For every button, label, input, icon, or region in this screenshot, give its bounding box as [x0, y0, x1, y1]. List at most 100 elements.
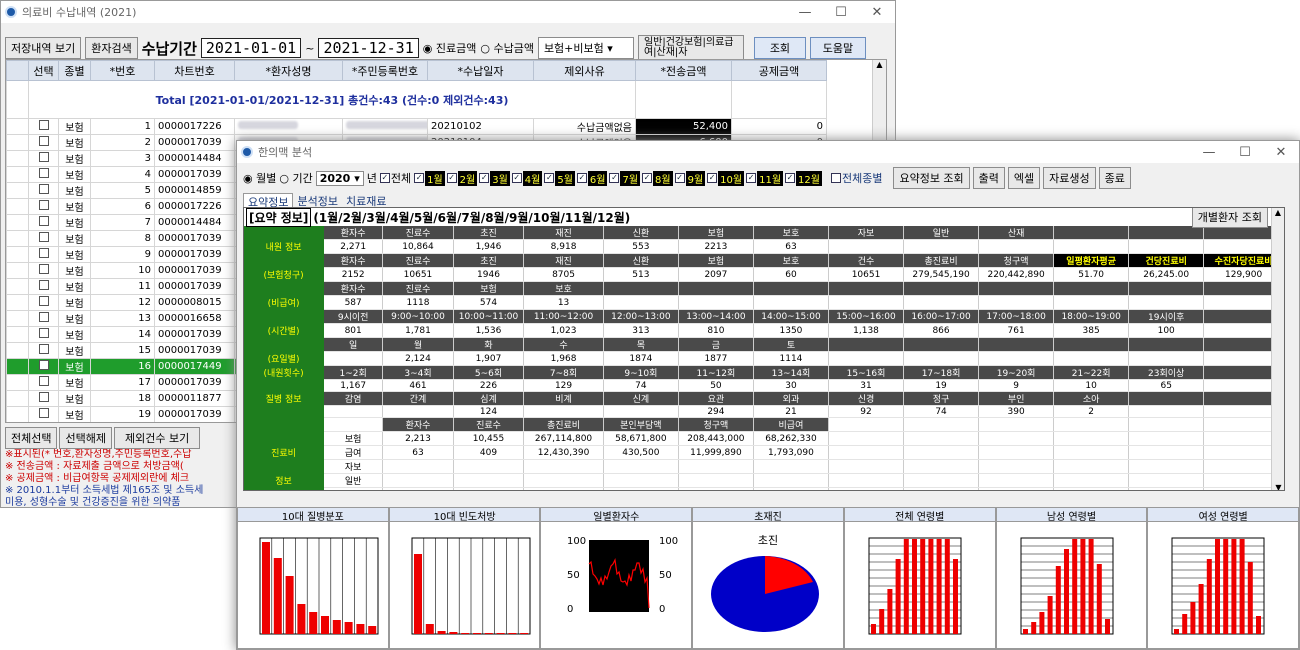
month-checkbox[interactable]: ✓ 8월 — [642, 170, 673, 186]
radio-monthly[interactable]: ◉ 월별 — [243, 170, 276, 186]
close-button[interactable]: 종료 — [1098, 167, 1131, 189]
column-header[interactable]: *주민등록번호 — [342, 60, 428, 81]
summary-header-cell: 진료수 — [382, 226, 454, 240]
row-checkbox[interactable] — [28, 214, 59, 231]
scroll-up-icon[interactable]: ▲ — [873, 60, 886, 69]
summary-query-button[interactable]: 요약정보 조회 — [893, 167, 970, 189]
summary-row: 정보 일반 — [244, 473, 1284, 488]
scroll-down-icon[interactable]: ▼ — [1272, 483, 1284, 490]
column-header[interactable]: 차트번호 — [154, 60, 235, 81]
query-button[interactable]: 조회 — [753, 37, 806, 59]
show-excluded-button[interactable]: 제외건수 보기 — [113, 427, 201, 449]
summary-cell: 574 — [453, 295, 525, 310]
check-icon: ✓ — [446, 173, 457, 183]
row-checkbox[interactable] — [28, 198, 59, 215]
row-checkbox[interactable] — [28, 294, 59, 311]
summary-cell — [1128, 445, 1205, 460]
column-header[interactable]: *환자성명 — [234, 60, 343, 81]
summary-header-cell: 부인 — [978, 391, 1055, 406]
row-checkbox[interactable] — [28, 182, 59, 199]
help-button[interactable]: 도움말 — [809, 37, 866, 59]
row-checkbox[interactable] — [28, 358, 59, 375]
number-cell: 1 — [90, 118, 155, 135]
insurance-select[interactable]: 보험+비보험 ▾ — [537, 37, 634, 59]
column-header[interactable]: 종별 — [58, 60, 91, 81]
summary-cell — [753, 487, 829, 490]
column-header[interactable]: 선택 — [28, 60, 59, 81]
row-checkbox[interactable] — [28, 246, 59, 263]
month-checkbox[interactable]: ✓ 10월 — [707, 170, 745, 186]
year-select[interactable]: 2020 ▾ — [315, 170, 364, 186]
month-checkbox[interactable]: ✓ 5월 — [544, 170, 575, 186]
row-checkbox[interactable] — [29, 423, 59, 424]
charts-row: 10대 질병분포 10대 빈도처방 일별환자수 100 100 50 50 0 0 초재진 초진 전체… — [237, 507, 1300, 649]
close-icon[interactable]: ✕ — [1263, 145, 1299, 160]
summary-scrollbar[interactable]: ▲ ▼ — [1271, 208, 1284, 490]
summary-cell: 267,114,800 — [523, 431, 604, 446]
month-checkbox[interactable]: ✓ 12월 — [785, 170, 822, 186]
column-header[interactable]: 제외사유 — [533, 60, 636, 81]
chart-number-cell: 0000017039 — [154, 230, 235, 247]
deselect-button[interactable]: 선택해제 — [59, 427, 112, 449]
radio-period-label: 기간 — [292, 172, 313, 185]
summary-cell: 21 — [753, 405, 829, 418]
minimize-icon[interactable]: — — [1191, 145, 1227, 160]
row-checkbox[interactable] — [28, 262, 59, 279]
date-to-input[interactable]: 2021-12-31 — [318, 38, 419, 58]
month-checkbox[interactable]: ✓ 3월 — [479, 170, 510, 186]
month-checkbox[interactable]: ✓ 7월 — [609, 170, 641, 186]
checkbox-icon — [38, 296, 49, 306]
saved-list-button[interactable]: 저장내역 보기 — [5, 37, 82, 59]
row-checkbox[interactable] — [28, 118, 59, 135]
print-button[interactable]: 출력 — [972, 167, 1005, 189]
column-header[interactable]: 공제금액 — [731, 60, 827, 81]
row-checkbox[interactable] — [28, 326, 59, 343]
radio-received[interactable]: ○ 수납금액 — [480, 40, 534, 56]
summary-cell — [523, 459, 604, 474]
summary-row: (시간별) 801 1,781 1,536 1,023 313 810 1350 1,138 86… — [244, 323, 1284, 338]
row-checkbox[interactable] — [28, 310, 59, 327]
generate-button[interactable]: 자료생성 — [1043, 167, 1096, 189]
row-checkbox[interactable] — [28, 278, 59, 295]
radio-treatment[interactable]: ◉ 진료금액 — [423, 40, 477, 56]
row-checkbox[interactable] — [28, 342, 59, 359]
bar — [920, 539, 926, 634]
column-header[interactable]: *번호 — [90, 60, 155, 81]
row-checkbox[interactable] — [28, 230, 59, 247]
maximize-icon[interactable]: ☐ — [1227, 145, 1263, 160]
radio-period[interactable]: ○ 기간 — [279, 170, 312, 186]
row-checkbox[interactable] — [28, 166, 59, 183]
table-row[interactable]: 보험 1 0000017226 20210102 수납금액없음 52,400 0 — [6, 118, 827, 135]
receipt-title: 의료비 수납내역 (2021) — [22, 6, 137, 19]
row-checkbox[interactable] — [28, 134, 59, 151]
close-icon[interactable]: ✕ — [859, 5, 895, 20]
minimize-icon[interactable]: — — [787, 5, 823, 20]
month-checkbox[interactable]: ✓ 4월 — [511, 170, 543, 186]
all-months-checkbox[interactable]: ✓ 전체 — [379, 170, 411, 186]
month-checkbox[interactable]: ✓ 6월 — [576, 170, 608, 186]
column-header[interactable]: *전송금액 — [635, 60, 732, 81]
month-checkbox[interactable]: ✓ 2월 — [446, 170, 478, 186]
scroll-up-icon[interactable]: ▲ — [1272, 208, 1284, 217]
column-header[interactable]: *수납일자 — [427, 60, 534, 81]
summary-cell — [678, 473, 754, 488]
patient-search-button[interactable]: 환자검색 — [85, 37, 138, 59]
excel-button[interactable]: 엑셀 — [1007, 167, 1041, 189]
individual-patient-button[interactable]: 개별환자 조회 — [1191, 208, 1268, 228]
y-tick-label: 100 — [659, 536, 678, 547]
all-type-checkbox[interactable]: 전체종별 — [830, 170, 882, 186]
row-checkbox[interactable] — [28, 406, 59, 422]
month-checkbox[interactable]: ✓ 9월 — [674, 170, 706, 186]
row-checkbox[interactable] — [28, 374, 59, 391]
summary-cell — [382, 487, 454, 490]
general-button[interactable]: 일반|건강보험|의료급여|산재|자 — [637, 35, 744, 61]
summary-cell: 587 — [323, 295, 384, 310]
row-checkbox[interactable] — [28, 390, 59, 407]
date-from-input[interactable]: 2021-01-01 — [200, 38, 302, 58]
type-cell: 보험 — [58, 294, 91, 311]
select-all-button[interactable]: 전체선택 — [5, 427, 58, 449]
maximize-icon[interactable]: ☐ — [823, 5, 859, 20]
month-checkbox[interactable]: ✓ 1월 — [414, 170, 445, 186]
month-checkbox[interactable]: ✓ 11월 — [746, 170, 784, 186]
row-checkbox[interactable] — [28, 150, 59, 167]
